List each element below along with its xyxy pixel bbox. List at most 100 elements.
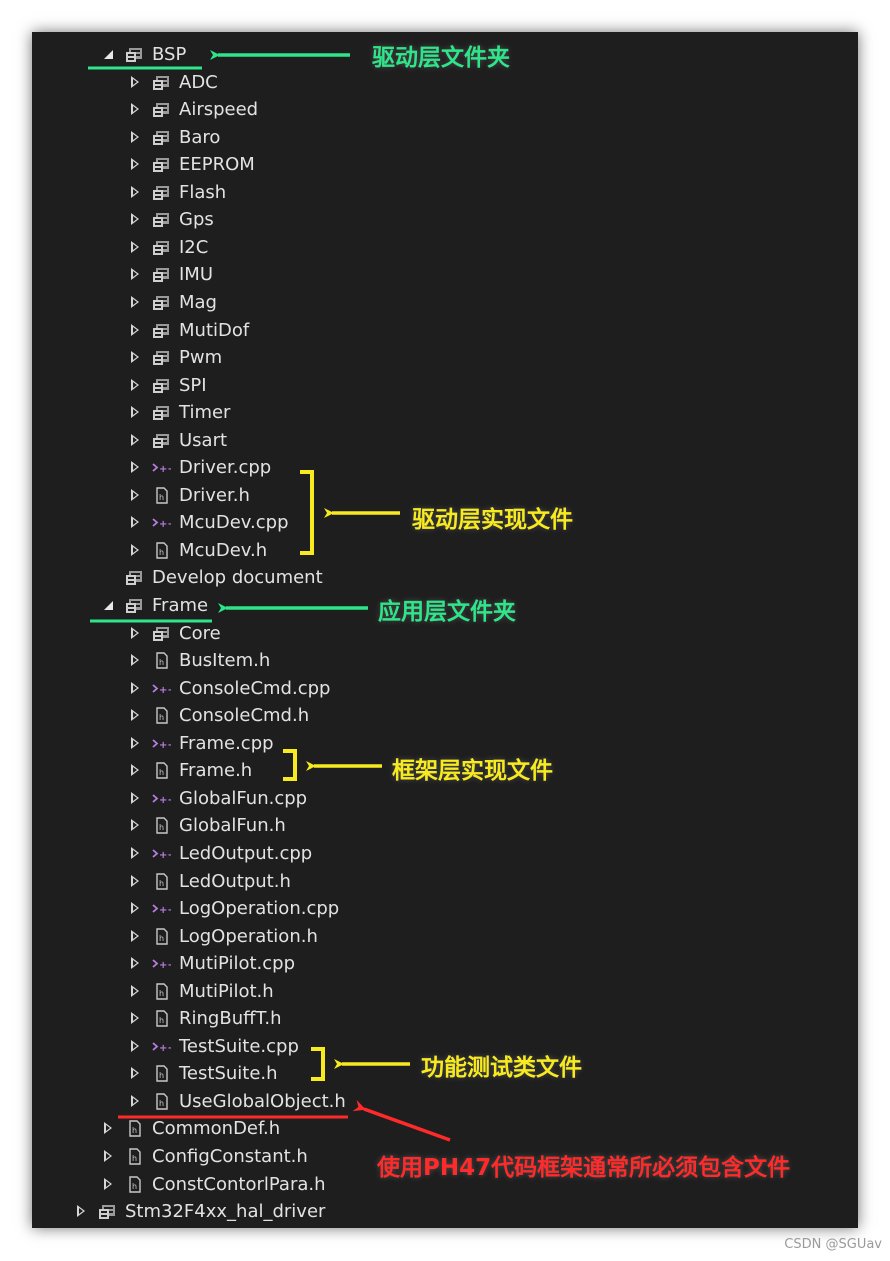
- svg-text:h: h: [132, 1154, 137, 1163]
- tree-item-label: MutiPilot.cpp: [179, 953, 295, 975]
- collapsed-chevron-icon[interactable]: [129, 124, 143, 151]
- tree-item-label: Driver.cpp: [179, 457, 272, 479]
- tree-item[interactable]: Timer: [32, 399, 858, 426]
- collapsed-chevron-icon[interactable]: [129, 96, 143, 123]
- tree-item[interactable]: ++ LogOperation.cpp: [32, 895, 858, 922]
- collapsed-chevron-icon[interactable]: [129, 702, 143, 729]
- collapsed-chevron-icon[interactable]: [129, 1033, 143, 1060]
- collapsed-chevron-icon[interactable]: [129, 1060, 143, 1087]
- tree-item[interactable]: Gps: [32, 206, 858, 233]
- collapsed-chevron-icon[interactable]: [129, 317, 143, 344]
- watermark: CSDN @SGUav: [784, 1237, 882, 1252]
- collapsed-chevron-icon[interactable]: [102, 1115, 116, 1142]
- collapsed-chevron-icon[interactable]: [129, 537, 143, 564]
- tree-item[interactable]: h CommonDef.h: [32, 1115, 858, 1142]
- tree-item[interactable]: h MutiPilot.h: [32, 978, 858, 1005]
- cpp-file-icon: ++: [152, 844, 176, 863]
- collapsed-chevron-icon[interactable]: [129, 812, 143, 839]
- collapsed-chevron-icon[interactable]: [129, 454, 143, 481]
- collapsed-chevron-icon[interactable]: [129, 427, 143, 454]
- tree-item[interactable]: h LogOperation.h: [32, 923, 858, 950]
- solution-folder-icon: [125, 568, 144, 587]
- collapsed-chevron-icon[interactable]: [75, 1198, 89, 1225]
- header-file-icon: h: [125, 1119, 144, 1138]
- solution-folder-icon: [98, 1202, 117, 1221]
- header-file-icon: h: [125, 1147, 144, 1166]
- expanded-chevron-icon[interactable]: [102, 592, 116, 619]
- collapsed-chevron-icon[interactable]: [129, 868, 143, 895]
- collapsed-chevron-icon[interactable]: [129, 69, 143, 96]
- collapsed-chevron-icon[interactable]: [129, 1088, 143, 1115]
- tree-item[interactable]: ++ LedOutput.cpp: [32, 840, 858, 867]
- collapsed-chevron-icon[interactable]: [129, 179, 143, 206]
- tree-item[interactable]: ++ ConsoleCmd.cpp: [32, 675, 858, 702]
- tree-item[interactable]: h ConsoleCmd.h: [32, 702, 858, 729]
- tree-item[interactable]: IMU: [32, 261, 858, 288]
- frame-impl-annotation: 框架层实现文件: [392, 758, 553, 784]
- header-file-icon: h: [152, 651, 171, 670]
- collapsed-chevron-icon[interactable]: [129, 509, 143, 536]
- tree-item[interactable]: h UseGlobalObject.h: [32, 1088, 858, 1115]
- svg-text:h: h: [132, 1182, 137, 1191]
- cpp-file-icon: ++: [152, 789, 176, 808]
- collapsed-chevron-icon[interactable]: [129, 399, 143, 426]
- tree-item-label: RingBuffT.h: [179, 1008, 282, 1030]
- tree-item-label: Driver.h: [179, 484, 250, 506]
- tree-item[interactable]: Airspeed: [32, 96, 858, 123]
- expanded-chevron-icon[interactable]: [102, 41, 116, 68]
- collapsed-chevron-icon[interactable]: [102, 1171, 116, 1198]
- collapsed-chevron-icon[interactable]: [129, 1005, 143, 1032]
- tree-item[interactable]: ++ MutiPilot.cpp: [32, 950, 858, 977]
- svg-text:h: h: [159, 879, 164, 888]
- collapsed-chevron-icon[interactable]: [129, 151, 143, 178]
- collapsed-chevron-icon[interactable]: [129, 289, 143, 316]
- tree-item[interactable]: ++ GlobalFun.cpp: [32, 785, 858, 812]
- collapsed-chevron-icon[interactable]: [129, 206, 143, 233]
- tree-item[interactable]: Baro: [32, 124, 858, 151]
- tree-item[interactable]: h RingBuffT.h: [32, 1005, 858, 1032]
- collapsed-chevron-icon[interactable]: [129, 950, 143, 977]
- svg-text:++: ++: [159, 519, 171, 530]
- collapsed-chevron-icon[interactable]: [129, 757, 143, 784]
- svg-text:h: h: [132, 1126, 137, 1135]
- tree-item[interactable]: Mag: [32, 289, 858, 316]
- tree-item[interactable]: I2C: [32, 234, 858, 261]
- collapsed-chevron-icon[interactable]: [129, 482, 143, 509]
- tree-item[interactable]: Usart: [32, 427, 858, 454]
- collapsed-chevron-icon[interactable]: [129, 923, 143, 950]
- tree-item-label: Develop document: [152, 567, 323, 589]
- collapsed-chevron-icon[interactable]: [129, 785, 143, 812]
- tree-item-label: Core: [179, 622, 221, 644]
- collapsed-chevron-icon[interactable]: [129, 840, 143, 867]
- tree-item[interactable]: h BusItem.h: [32, 647, 858, 674]
- tree-item-label: LedOutput.cpp: [179, 842, 313, 864]
- collapsed-chevron-icon[interactable]: [129, 234, 143, 261]
- tree-item[interactable]: ADC: [32, 69, 858, 96]
- tree-item[interactable]: MutiDof: [32, 317, 858, 344]
- tree-item-label: Mag: [179, 291, 217, 313]
- collapsed-chevron-icon[interactable]: [102, 1143, 116, 1170]
- tree-item[interactable]: h LedOutput.h: [32, 868, 858, 895]
- collapsed-chevron-icon[interactable]: [129, 730, 143, 757]
- solution-folder-icon: [125, 45, 144, 64]
- collapsed-chevron-icon[interactable]: [129, 372, 143, 399]
- tree-item[interactable]: Flash: [32, 179, 858, 206]
- collapsed-chevron-icon[interactable]: [129, 344, 143, 371]
- collapsed-chevron-icon[interactable]: [129, 620, 143, 647]
- tree-item[interactable]: h McuDev.h: [32, 537, 858, 564]
- tree-item[interactable]: Pwm: [32, 344, 858, 371]
- tree-item[interactable]: EEPROM: [32, 151, 858, 178]
- tree-item[interactable]: SPI: [32, 372, 858, 399]
- tree-item[interactable]: Develop document: [32, 564, 858, 591]
- collapsed-chevron-icon[interactable]: [129, 261, 143, 288]
- collapsed-chevron-icon[interactable]: [129, 895, 143, 922]
- tree-item[interactable]: h GlobalFun.h: [32, 812, 858, 839]
- header-file-icon: h: [152, 982, 171, 1001]
- collapsed-chevron-icon[interactable]: [129, 978, 143, 1005]
- tree-item-label: Frame.h: [179, 760, 253, 782]
- cpp-file-icon: ++: [152, 954, 176, 973]
- tree-item[interactable]: ++ Driver.cpp: [32, 454, 858, 481]
- collapsed-chevron-icon[interactable]: [129, 675, 143, 702]
- collapsed-chevron-icon[interactable]: [129, 647, 143, 674]
- tree-item[interactable]: Stm32F4xx_hal_driver: [32, 1198, 858, 1225]
